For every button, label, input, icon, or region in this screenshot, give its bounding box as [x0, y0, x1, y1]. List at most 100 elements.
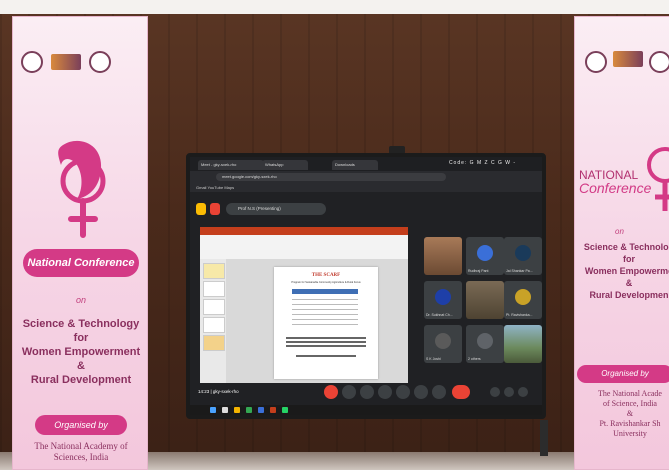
avatar	[435, 289, 451, 305]
slide-title: THE SCARF	[311, 273, 341, 278]
subject-line: &	[625, 278, 633, 288]
subject-line: Women Empowerme	[584, 266, 669, 276]
tab-downloads[interactable]: Downloads	[332, 160, 378, 170]
text-line	[286, 337, 366, 339]
organiser-line: Pt. Ravishankar Sh	[599, 419, 661, 428]
left-conference-banner: National Conference on Science & Technol…	[12, 16, 148, 470]
chat-button[interactable]	[518, 387, 528, 397]
on-label: on	[75, 295, 86, 305]
organiser-line: Sciences, India	[53, 452, 109, 462]
participant-tile[interactable]: Dr. Sukhnat Ch...	[424, 281, 462, 319]
anniversary-logo-icon	[51, 54, 81, 70]
organised-by-label: Organised by	[577, 365, 669, 383]
participant-name: Dr. Sukhnat Ch...	[426, 313, 453, 317]
participant-tile[interactable]: Rudhraj Pant	[466, 237, 504, 275]
participant-tile[interactable]: Jai Shankar Pa...	[504, 237, 542, 275]
avatar	[515, 245, 531, 261]
subject-line: Rural Development	[30, 374, 132, 386]
explorer-icon[interactable]	[234, 407, 240, 413]
captions-button[interactable]	[360, 385, 374, 399]
participant-tile[interactable]	[504, 325, 542, 363]
ppt-title-bar	[200, 227, 408, 235]
ppt-ribbon	[200, 235, 408, 260]
participant-tile[interactable]	[424, 237, 462, 275]
chrome-icon[interactable]	[246, 407, 252, 413]
windows-taskbar	[190, 405, 542, 415]
presenter-bar: Prof N.S (Presenting)	[196, 203, 396, 219]
whatsapp-icon[interactable]	[282, 407, 288, 413]
powerpoint-icon[interactable]	[270, 407, 276, 413]
search-icon[interactable]	[222, 407, 228, 413]
avatar	[515, 289, 531, 305]
presenter-label: Prof N.S (Presenting)	[226, 203, 326, 215]
participant-tile[interactable]: 2 others	[466, 325, 504, 363]
slide-thumbnail[interactable]	[203, 263, 225, 279]
url-field[interactable]: meet.google.com/gky-sxek-rho	[216, 173, 446, 181]
call-info: 14:23 | gky-sxek-rho	[198, 389, 239, 394]
ceiling	[0, 0, 669, 14]
powerpoint-window: THE SCARF Program for Sustainable Commun…	[200, 227, 408, 383]
address-bar-row: meet.google.com/gky-sxek-rho	[190, 171, 542, 183]
slide-table	[292, 289, 358, 329]
browser-tab-strip: Meet - gky-sxek-rho WhatsApp Downloads C…	[190, 157, 542, 171]
slide-thumbnail[interactable]	[203, 335, 225, 351]
meet-screen: Meet - gky-sxek-rho WhatsApp Downloads C…	[190, 157, 542, 415]
more-options-button[interactable]	[432, 385, 446, 399]
subject-line: Science & Technology	[22, 318, 140, 330]
avatar	[435, 333, 451, 349]
anniversary-logo-icon	[613, 51, 643, 67]
emoji-button[interactable]	[378, 385, 392, 399]
conference-title: NATIONAL Conference	[579, 169, 652, 196]
title-line: Conference	[579, 180, 652, 196]
organised-by-label: Organised by	[35, 415, 127, 435]
participant-name: Jai Shankar Pa...	[506, 269, 533, 273]
bookmarks-bar[interactable]: Gmail YouTube Maps	[190, 183, 542, 192]
present-button[interactable]	[396, 385, 410, 399]
sponsor-logos	[21, 51, 111, 73]
participant-tile[interactable]: S K Joshi	[424, 325, 462, 363]
organiser-line: &	[626, 409, 634, 418]
organiser-line: The National Acade	[598, 389, 662, 398]
participant-name: Rudhraj Pant	[468, 269, 489, 273]
tab-whatsapp[interactable]: WhatsApp	[262, 160, 308, 170]
participant-name: Pt. Ravishanka...	[506, 313, 533, 317]
camera-button[interactable]	[342, 385, 356, 399]
slide-subtitle: Program for Sustainable Community Agricu…	[291, 281, 361, 284]
conference-subject: Science & Technolog for Women Empowerme …	[575, 241, 669, 301]
leave-call-button[interactable]	[452, 385, 470, 399]
subject-line: Science & Technolog	[583, 242, 669, 252]
conference-subject: Science & Technology for Women Empowerme…	[17, 317, 145, 387]
avatar	[477, 333, 493, 349]
avatar	[477, 245, 493, 261]
right-conference-banner: NATIONAL Conference on Science & Technol…	[574, 16, 669, 470]
subject-line: Women Empowerment	[21, 346, 141, 358]
tv-stand	[540, 420, 548, 456]
academy-logo-icon	[21, 51, 43, 73]
university-seal-icon	[649, 51, 669, 73]
tab-meet[interactable]: Meet - gky-sxek-rho	[198, 160, 264, 170]
tv-display: Meet - gky-sxek-rho WhatsApp Downloads C…	[186, 153, 546, 419]
table-header	[292, 289, 358, 294]
stop-present-button[interactable]	[210, 203, 220, 215]
subject-line: &	[77, 360, 85, 372]
edge-icon[interactable]	[258, 407, 264, 413]
subject-line: for	[73, 332, 89, 344]
mic-off-button[interactable]	[324, 385, 338, 399]
participant-name: 2 others	[468, 357, 481, 361]
sponsor-logos	[585, 51, 669, 73]
raise-hand-button[interactable]	[414, 385, 428, 399]
slide-thumbnail[interactable]	[203, 281, 225, 297]
text-line	[296, 355, 356, 357]
on-label: on	[615, 227, 624, 236]
participant-tile[interactable]: Pt. Ravishanka...	[504, 281, 542, 319]
layout-button[interactable]	[196, 203, 206, 215]
slide-thumbnail[interactable]	[203, 299, 225, 315]
people-button[interactable]	[504, 387, 514, 397]
organiser-line: of Science, India	[603, 399, 657, 408]
slide-canvas: THE SCARF Program for Sustainable Commun…	[226, 259, 408, 383]
university-seal-icon	[89, 51, 111, 73]
start-icon[interactable]	[210, 407, 216, 413]
slide-thumbnail[interactable]	[203, 317, 225, 333]
participant-tile[interactable]	[466, 281, 504, 319]
info-button[interactable]	[490, 387, 500, 397]
